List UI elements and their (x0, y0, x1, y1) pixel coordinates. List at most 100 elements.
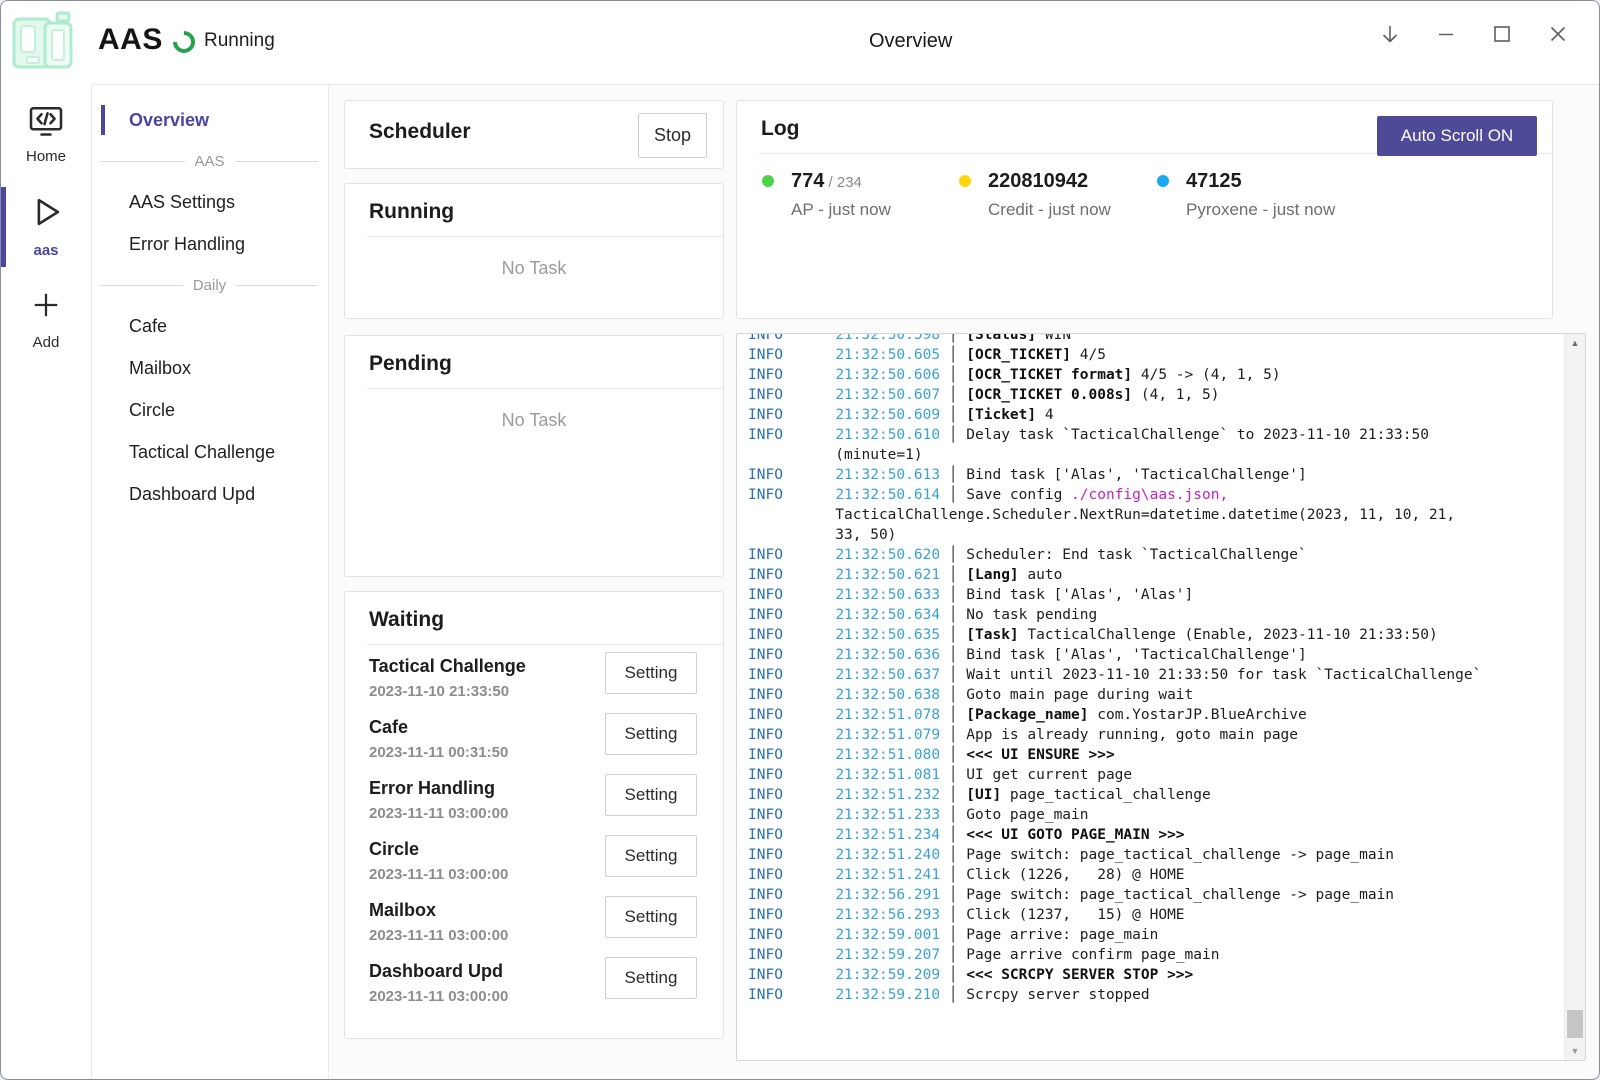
setting-button[interactable]: Setting (605, 835, 697, 877)
log-line: INFO 21:32:56.291 │ Page switch: page_ta… (748, 885, 1564, 905)
sidebar-item-error-handling[interactable]: Error Handling (93, 223, 328, 265)
log-line: INFO 21:32:59.209 │ <<< SCRCPY SERVER ST… (748, 965, 1564, 985)
pending-card: Pending No Task (344, 335, 724, 577)
rail-item-aas[interactable]: aas (1, 185, 91, 269)
window-controls (1373, 17, 1575, 51)
resource-stats: 774 / 234 AP - just now 220810942Credit - … (737, 154, 1552, 224)
stat-value: 47125 (1157, 170, 1335, 193)
close-icon (1546, 22, 1570, 46)
waiting-task-list: Tactical Challenge2023-11-10 21:33:50Set… (345, 645, 723, 1011)
log-line: INFO 21:32:50.621 │ [Lang] auto (748, 565, 1564, 585)
waiting-task-row: Tactical Challenge2023-11-10 21:33:50Set… (345, 645, 723, 706)
log-line: INFO 21:32:59.210 │ Scrcpy server stoppe… (748, 985, 1564, 1005)
setting-button[interactable]: Setting (605, 896, 697, 938)
waiting-task-row: Dashboard Upd2023-11-11 03:00:00Setting (345, 950, 723, 1011)
app-window: AAS Running Overview Home aas Add Overview… (0, 0, 1600, 1080)
divider (367, 388, 723, 389)
icon-rail: Home aas Add (1, 85, 92, 1078)
waiting-task-row: Mailbox2023-11-11 03:00:00Setting (345, 889, 723, 950)
section-line (236, 285, 318, 286)
sidebar-item-mailbox[interactable]: Mailbox (93, 347, 328, 389)
app-logo-icon (11, 11, 77, 73)
stat-value: 774 / 234 (762, 170, 891, 193)
autoscroll-button[interactable]: Auto Scroll ON (1377, 116, 1537, 156)
log-viewport[interactable]: INFO 21:32:50.598 │ [Status] WININFO 21:… (737, 334, 1564, 1060)
log-line: INFO 21:32:50.637 │ Wait until 2023-11-1… (748, 665, 1564, 685)
sidebar-item-tactical-challenge[interactable]: Tactical Challenge (93, 431, 328, 473)
main-content: Scheduler Stop Running No Task Pending N… (330, 85, 1599, 1078)
scrollbar-thumb[interactable] (1567, 1010, 1583, 1038)
nav-section-aas: AAS (93, 141, 328, 181)
rail-item-label: Add (1, 334, 91, 351)
nav-sidebar: Overview AAS AAS SettingsError HandlingDai… (93, 85, 329, 1078)
stop-button[interactable]: Stop (638, 113, 707, 158)
close-button[interactable] (1541, 17, 1575, 51)
log-line: TacticalChallenge.Scheduler.NextRun=date… (748, 505, 1564, 525)
stat-dot-icon (762, 175, 774, 187)
resource-stat: 774 / 234 AP - just now (762, 170, 891, 220)
nav-section-label: AAS (185, 153, 235, 170)
page-title: Overview (869, 30, 952, 53)
log-line: INFO 21:32:50.638 │ Goto main page durin… (748, 685, 1564, 705)
setting-button[interactable]: Setting (605, 713, 697, 755)
stat-dot-icon (1157, 175, 1169, 187)
pending-empty-text: No Task (345, 410, 723, 431)
divider (367, 236, 723, 237)
log-lines: INFO 21:32:50.598 │ [Status] WININFO 21:… (737, 334, 1564, 1005)
scroll-down-icon[interactable]: ▼ (1565, 1044, 1585, 1058)
sidebar-item-cafe[interactable]: Cafe (93, 305, 328, 347)
rail-item-label: Home (1, 148, 91, 165)
log-line: INFO 21:32:51.232 │ [UI] page_tactical_c… (748, 785, 1564, 805)
app-name: AAS (98, 23, 163, 57)
status-text: Running (204, 30, 275, 52)
section-line (101, 285, 183, 286)
log-line: INFO 21:32:51.234 │ <<< UI GOTO PAGE_MAI… (748, 825, 1564, 845)
arrow-down-icon (1378, 22, 1402, 46)
setting-button[interactable]: Setting (605, 774, 697, 816)
section-line (235, 161, 319, 162)
running-empty-text: No Task (345, 258, 723, 279)
sidebar-item-circle[interactable]: Circle (93, 389, 328, 431)
maximize-button[interactable] (1485, 17, 1519, 51)
log-line: INFO 21:32:50.606 │ [OCR_TICKET format] … (748, 365, 1564, 385)
resource-stat: 220810942Credit - just now (959, 170, 1111, 220)
waiting-task-row: Cafe2023-11-11 00:31:50Setting (345, 706, 723, 767)
maximize-icon (1490, 22, 1514, 46)
log-line: (minute=1) (748, 445, 1564, 465)
waiting-task-row: Error Handling2023-11-11 03:00:00Setting (345, 767, 723, 828)
stat-dot-icon (959, 175, 971, 187)
stat-label: Credit - just now (959, 200, 1111, 220)
log-line: INFO 21:32:50.607 │ [OCR_TICKET 0.008s] … (748, 385, 1564, 405)
log-line: INFO 21:32:50.605 │ [OCR_TICKET] 4/5 (748, 345, 1564, 365)
code-monitor-icon (1, 105, 91, 142)
sidebar-item-overview[interactable]: Overview (93, 99, 328, 141)
running-spinner-icon (168, 26, 199, 57)
log-line: INFO 21:32:50.610 │ Delay task `Tactical… (748, 425, 1564, 445)
plus-icon (1, 287, 91, 328)
log-line: INFO 21:32:50.620 │ Scheduler: End task … (748, 545, 1564, 565)
stat-label: AP - just now (762, 200, 891, 220)
log-scrollbar[interactable]: ▲ ▼ (1564, 334, 1585, 1060)
waiting-task-row: Circle2023-11-11 03:00:00Setting (345, 828, 723, 889)
log-line: 33, 50) (748, 525, 1564, 545)
log-line: INFO 21:32:51.240 │ Page switch: page_ta… (748, 845, 1564, 865)
minimize-icon (1434, 22, 1458, 46)
sidebar-item-aas-settings[interactable]: AAS Settings (93, 181, 328, 223)
rail-item-add[interactable]: Add (1, 279, 91, 361)
rail-item-home[interactable]: Home (1, 97, 91, 175)
rail-item-label: aas (1, 242, 91, 259)
running-title: Running (345, 184, 723, 224)
sidebar-item-dashboard-upd[interactable]: Dashboard Upd (93, 473, 328, 515)
log-line: INFO 21:32:50.609 │ [Ticket] 4 (748, 405, 1564, 425)
minimize-button[interactable] (1429, 17, 1463, 51)
log-line: INFO 21:32:50.635 │ [Task] TacticalChall… (748, 625, 1564, 645)
setting-button[interactable]: Setting (605, 652, 697, 694)
nav-section-daily: Daily (93, 265, 328, 305)
download-button[interactable] (1373, 17, 1407, 51)
log-line: INFO 21:32:50.598 │ [Status] WIN (748, 334, 1564, 345)
setting-button[interactable]: Setting (605, 957, 697, 999)
log-line: INFO 21:32:50.633 │ Bind task ['Alas', '… (748, 585, 1564, 605)
pending-title: Pending (345, 336, 723, 376)
scroll-up-icon[interactable]: ▲ (1565, 336, 1585, 350)
log-line: INFO 21:32:50.636 │ Bind task ['Alas', '… (748, 645, 1564, 665)
